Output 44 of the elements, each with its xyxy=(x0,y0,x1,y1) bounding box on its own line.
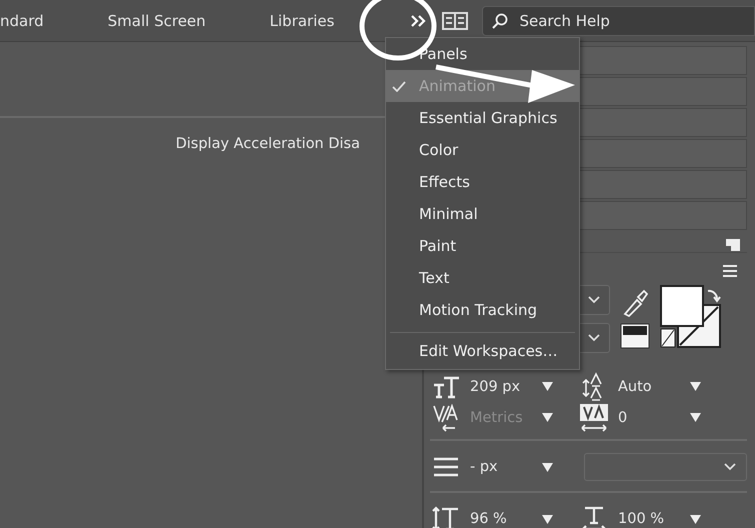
menu-icon[interactable] xyxy=(723,265,737,277)
fill-stroke-swatches-icon[interactable] xyxy=(660,285,722,349)
search-icon xyxy=(492,12,508,28)
new-item-icon[interactable] xyxy=(725,238,741,252)
caret-icon[interactable] xyxy=(690,413,701,422)
caret-icon[interactable] xyxy=(542,413,553,422)
workspace-tab[interactable]: ndard xyxy=(0,12,50,30)
menu-item[interactable]: Paint xyxy=(386,230,579,262)
vertical-scale-icon xyxy=(432,506,460,528)
caret-icon[interactable] xyxy=(542,382,553,391)
character-value[interactable]: Auto xyxy=(618,378,680,394)
caret-icon[interactable] xyxy=(542,514,553,524)
stroke-swatch-icon[interactable] xyxy=(620,323,650,349)
chevron-icon[interactable] xyxy=(588,334,600,342)
double-chevron-icon xyxy=(410,14,426,26)
chevron-icon[interactable] xyxy=(724,463,736,471)
stroke-width-icon xyxy=(433,457,459,477)
panel-layout-icon[interactable] xyxy=(442,12,468,30)
status-message: Display Acceleration Disa xyxy=(174,136,361,152)
workspace-tab[interactable]: Libraries xyxy=(264,12,340,30)
menu-item[interactable]: Motion Tracking xyxy=(386,294,579,326)
menu-item[interactable]: Essential Graphics xyxy=(386,102,579,134)
menu-item[interactable]: Effects xyxy=(386,166,579,198)
character-value[interactable]: 100 % xyxy=(618,511,680,527)
kerning-icon xyxy=(433,404,459,432)
caret-icon[interactable] xyxy=(690,514,701,524)
character-value[interactable]: 209 px xyxy=(470,378,532,394)
character-value[interactable]: - px xyxy=(470,459,532,475)
character-value[interactable]: 96 % xyxy=(470,511,532,527)
horizontal-scale-icon xyxy=(580,505,608,528)
menu-item[interactable]: Edit Workspaces… xyxy=(386,335,579,367)
eyedropper-icon[interactable] xyxy=(622,289,648,317)
workspace-tab[interactable]: Small Screen xyxy=(102,12,212,30)
menu-item[interactable]: Text xyxy=(386,262,579,294)
search-field[interactable]: Search Help xyxy=(482,6,755,36)
menu-item[interactable]: Minimal xyxy=(386,198,579,230)
tracking-icon xyxy=(579,402,609,432)
chevron-icon[interactable] xyxy=(588,296,600,304)
caret-icon[interactable] xyxy=(690,382,701,391)
type-size-icon xyxy=(432,374,460,398)
menu-item[interactable]: Color xyxy=(386,134,579,166)
character-value[interactable]: 0 xyxy=(618,410,680,426)
checkmark-icon xyxy=(392,80,406,92)
caret-icon[interactable] xyxy=(542,462,553,472)
